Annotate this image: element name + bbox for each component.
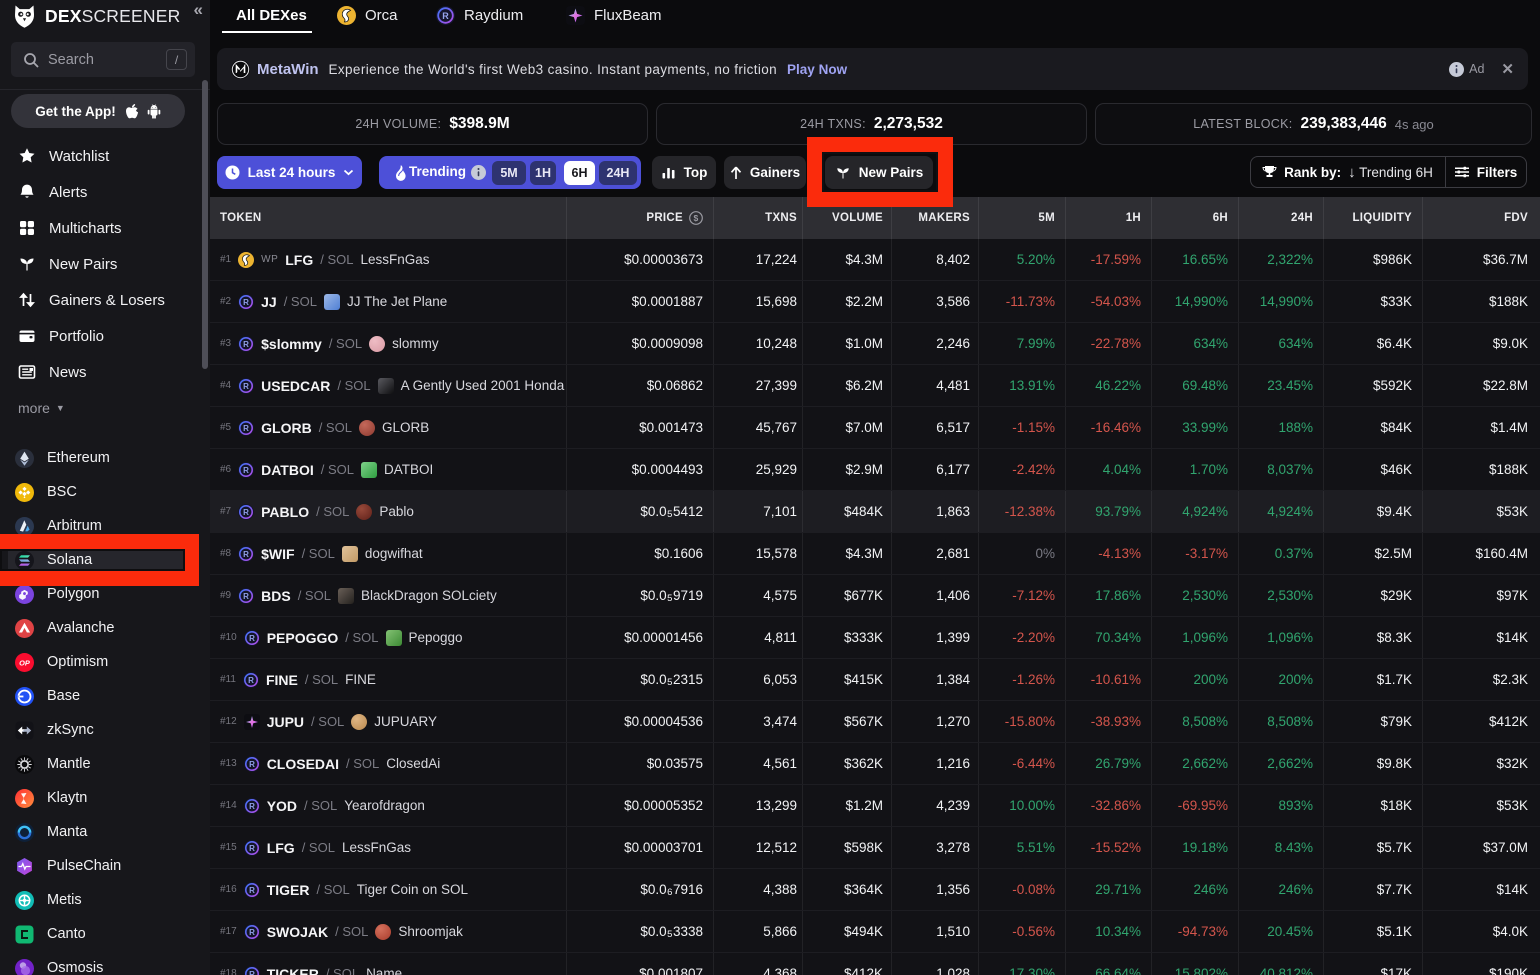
svg-text:R: R [243,466,249,475]
svg-text:R: R [442,11,449,21]
svg-text:R: R [243,592,249,601]
svg-text:R: R [249,886,255,895]
svg-text:$: $ [693,213,698,223]
svg-text:R: R [249,802,255,811]
svg-text:R: R [249,844,255,853]
svg-text:R: R [249,634,255,643]
svg-text:R: R [249,970,255,975]
svg-text:R: R [243,550,249,559]
svg-text:R: R [249,928,255,937]
svg-text:OP: OP [19,658,30,667]
svg-text:R: R [249,760,255,769]
svg-text:R: R [243,424,249,433]
svg-text:R: R [243,298,249,307]
svg-text:R: R [243,340,249,349]
svg-text:R: R [243,508,249,517]
svg-text:R: R [243,382,249,391]
svg-text:R: R [248,676,254,685]
